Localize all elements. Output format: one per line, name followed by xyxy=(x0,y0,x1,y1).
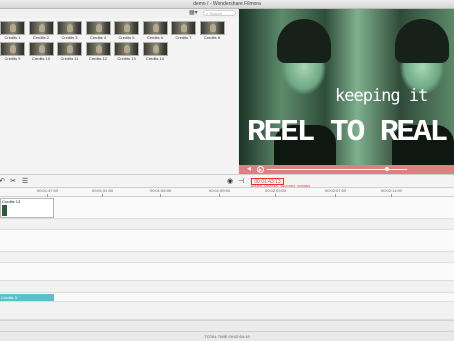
clip-thumbnail xyxy=(114,42,139,56)
library-clip[interactable]: Credits 8 xyxy=(199,21,225,40)
clip-thumbnail xyxy=(142,21,168,35)
ruler-tick-label: 00:02:03:00 xyxy=(265,188,287,193)
undo-icon[interactable]: ↶ xyxy=(0,178,6,186)
total-time-label: TOTAL TIME 00:02:04:19 xyxy=(204,334,250,339)
library-clip[interactable]: Credits 9 xyxy=(0,42,25,61)
track-row[interactable] xyxy=(0,230,454,252)
media-library: ▦▾ ⌕ Search Credits 1 Credits 2 Credits 3 C… xyxy=(0,9,238,174)
clip-thumbnail xyxy=(0,21,25,35)
play-timeline-icon[interactable]: ◉ xyxy=(226,178,234,186)
title-track[interactable] xyxy=(0,293,454,302)
track-row[interactable] xyxy=(0,281,454,293)
clip-thumbnail xyxy=(57,42,82,56)
previous-frame-icon[interactable]: ◀ xyxy=(247,166,254,173)
library-clip[interactable]: Credits 5 xyxy=(114,21,139,40)
ruler-tick-label: 00:01:55:00 xyxy=(150,188,172,193)
clip-thumbnail xyxy=(57,21,82,35)
clip-label: Credits 7 xyxy=(175,35,192,40)
clip-thumbnail xyxy=(0,42,25,56)
clip-thumbnail xyxy=(171,21,196,35)
library-search-input[interactable]: ⌕ Search xyxy=(203,10,236,16)
player-controls: ◀ ▶ xyxy=(239,165,454,174)
clip-label: Credits 11 xyxy=(60,56,79,61)
editing-toolbar: ↶ ✂ ☰ ◉ ⊣ 00:01:43:13 HOURS : MINUTES : … xyxy=(0,174,454,188)
preview-caption-small: keeping it xyxy=(335,86,428,106)
library-clip[interactable]: Credits 11 xyxy=(57,42,82,61)
window-title: demo / - Wondershare Filmora xyxy=(193,1,261,7)
play-icon[interactable]: ▶ xyxy=(257,166,264,173)
ruler-tick-label: 00:01:59:00 xyxy=(209,188,231,193)
track-row[interactable] xyxy=(0,252,454,263)
grid-view-icon[interactable]: ▦▾ xyxy=(189,10,201,16)
clip-thumbnail xyxy=(28,21,54,35)
clip-label: Credits 9 xyxy=(4,56,21,61)
library-clip[interactable]: Credits 3 xyxy=(57,21,82,40)
library-clip[interactable]: Credits 7 xyxy=(171,21,196,40)
library-clip[interactable]: Credits 1 xyxy=(0,21,25,40)
delete-icon[interactable]: ✂ xyxy=(9,178,17,186)
timeline-video-clip[interactable]: Credits 13 xyxy=(0,198,54,218)
clip-thumbnail xyxy=(142,42,168,56)
preview-viewer: keeping it REEL TO REAL xyxy=(239,9,454,165)
clip-thumbnail xyxy=(28,42,54,56)
timeline-ruler[interactable]: 00:01:47:00 00:01:51:00 00:01:55:00 00:01:5… xyxy=(0,188,454,197)
clip-label: Credits 4 xyxy=(89,35,106,40)
ruler-tick-label: 00:01:51:00 xyxy=(92,188,114,193)
status-bar: TOTAL TIME 00:02:04:19 xyxy=(0,331,454,341)
timeline-scrollbar[interactable] xyxy=(0,320,454,331)
settings-icon[interactable]: ☰ xyxy=(21,178,29,186)
library-clip[interactable]: Credits 10 xyxy=(28,42,54,61)
video-clip-label: Credits 13 xyxy=(2,199,21,204)
person-left-hair xyxy=(277,19,331,63)
library-clip[interactable]: Credits 12 xyxy=(85,42,111,61)
clip-label: Credits 2 xyxy=(32,35,49,40)
library-clip[interactable]: Credits 14 xyxy=(142,42,168,61)
video-clip-thumbnail xyxy=(2,205,7,216)
track-row[interactable] xyxy=(0,263,454,281)
ruler-tick-label: 00:02:11:00 xyxy=(381,188,402,193)
clip-thumbnail xyxy=(85,21,111,35)
video-track[interactable] xyxy=(0,197,454,219)
ruler-tick-label: 00:02:07:00 xyxy=(325,188,347,193)
timeline-title-clip[interactable]: Credits 5 xyxy=(0,294,54,301)
track-row[interactable] xyxy=(0,302,454,320)
clip-label: Credits 13 xyxy=(117,56,136,61)
library-clip[interactable]: Credits 6 xyxy=(142,21,168,40)
library-clip[interactable]: Credits 2 xyxy=(28,21,54,40)
clip-label: Credits 14 xyxy=(145,56,165,61)
clip-label: Credits 3 xyxy=(61,35,78,40)
clip-thumbnail xyxy=(114,21,139,35)
person-right-hair xyxy=(395,19,449,63)
ruler-tick-label: 00:01:47:00 xyxy=(37,188,59,193)
clip-label: Credits 10 xyxy=(31,56,51,61)
snap-icon[interactable]: ⊣ xyxy=(237,178,245,186)
clip-thumbnail xyxy=(199,21,225,35)
library-clip[interactable]: Credits 13 xyxy=(114,42,139,61)
clip-thumbnail xyxy=(85,42,111,56)
preview-caption-big: REEL TO REAL xyxy=(247,115,448,150)
track-row[interactable] xyxy=(0,219,454,230)
clip-label: Credits 12 xyxy=(88,56,108,61)
library-toolbar: ▦▾ ⌕ Search xyxy=(0,9,238,18)
clip-label: Credits 6 xyxy=(146,35,163,40)
library-clip[interactable]: Credits 4 xyxy=(85,21,111,40)
clip-label: Credits 5 xyxy=(118,35,135,40)
clip-label: Credits 1 xyxy=(4,35,21,40)
clip-label: Credits 8 xyxy=(203,35,220,40)
search-placeholder: Search xyxy=(209,11,223,16)
title-clip-label: Credits 5 xyxy=(1,295,18,300)
progress-knob[interactable] xyxy=(385,167,390,171)
